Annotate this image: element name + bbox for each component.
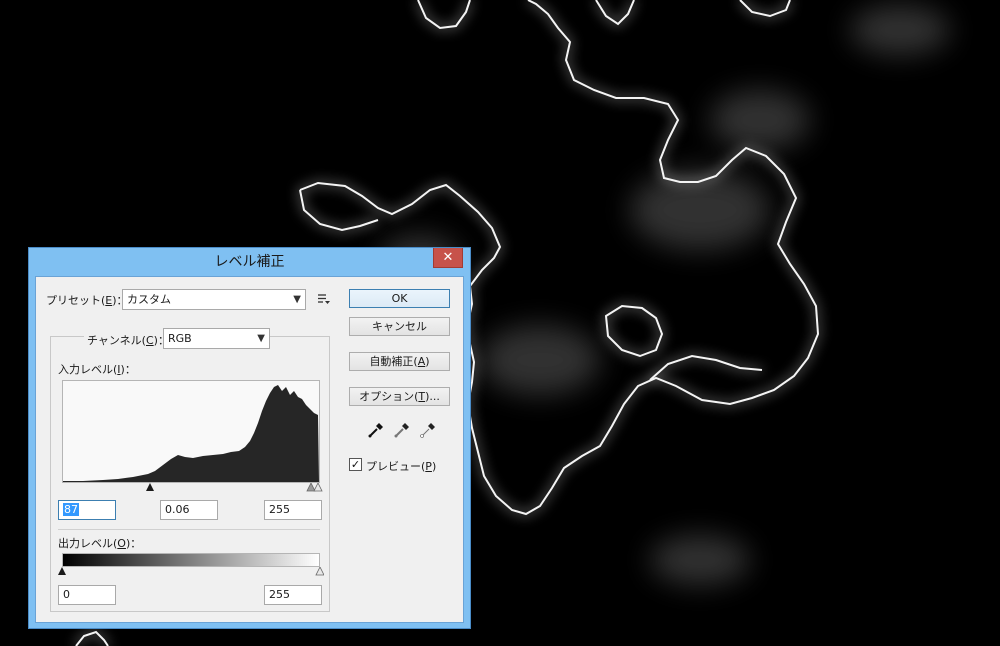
output-black-field[interactable]: 0 (58, 585, 116, 605)
histogram-graph (63, 385, 319, 482)
channel-value: RGB (168, 332, 192, 345)
output-gradient-bar (62, 553, 320, 567)
histogram (62, 380, 320, 483)
dialog-title: レベル補正 (214, 254, 285, 270)
dialog-body: プリセット(E)： カスタム ▼ チャンネル(C)： RGB ▼ 入力レベル(I… (35, 276, 464, 623)
input-levels-label: 入力レベル(I)： (58, 363, 136, 376)
input-black-value: 87 (63, 503, 79, 516)
output-black-handle[interactable] (58, 567, 66, 575)
output-white-handle[interactable] (315, 567, 324, 576)
output-levels-label: 出力レベル(O)： (58, 537, 142, 550)
channel-label: チャンネル(C)： (84, 332, 172, 348)
gamma-handle[interactable] (306, 483, 316, 492)
chevron-down-icon: ▼ (257, 333, 265, 344)
preset-value: カスタム (127, 293, 171, 306)
white-point-handle[interactable] (313, 483, 323, 492)
black-point-eyedropper-icon[interactable] (367, 421, 385, 439)
gray-point-eyedropper-icon[interactable] (393, 421, 411, 439)
cancel-button[interactable]: キャンセル (349, 317, 450, 336)
preview-label[interactable]: プレビュー(P) (366, 458, 436, 474)
auto-button[interactable]: 自動補正(A) (349, 352, 450, 371)
title-bar[interactable]: レベル補正 ✕ (29, 248, 470, 276)
options-button[interactable]: オプション(T)... (349, 387, 450, 406)
channel-select[interactable]: RGB ▼ (163, 328, 270, 349)
input-black-field[interactable]: 87 (58, 500, 116, 520)
preview-checkbox[interactable]: ✓ (349, 458, 362, 471)
preset-label: プリセット(E)： (46, 294, 128, 307)
levels-dialog: レベル補正 ✕ プリセット(E)： カスタム ▼ チャンネル(C)： RGB ▼… (28, 247, 471, 629)
input-gamma-field[interactable]: 0.06 (160, 500, 218, 520)
preset-options-icon[interactable] (317, 293, 331, 305)
black-point-handle[interactable] (146, 483, 154, 491)
input-slider[interactable] (62, 483, 324, 493)
output-white-field[interactable]: 255 (264, 585, 322, 605)
preset-select[interactable]: カスタム ▼ (122, 289, 306, 310)
input-white-field[interactable]: 255 (264, 500, 322, 520)
divider (58, 529, 320, 530)
chevron-down-icon: ▼ (293, 294, 301, 305)
white-point-eyedropper-icon[interactable] (419, 421, 437, 439)
ok-button[interactable]: OK (349, 289, 450, 308)
close-button[interactable]: ✕ (433, 248, 463, 268)
output-slider[interactable] (58, 567, 324, 577)
